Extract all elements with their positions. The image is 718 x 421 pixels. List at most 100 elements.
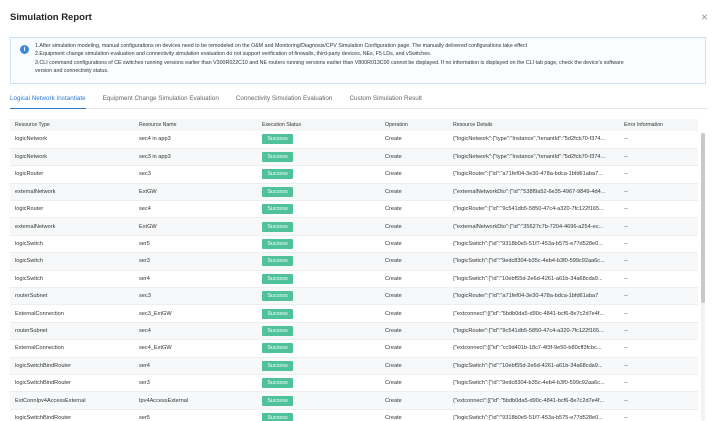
tab-custom-simulation-result[interactable]: Custom Simulation Result [349, 92, 421, 109]
table-row[interactable]: externalNetwork ExtGW Success Create {"exter… [10, 217, 698, 236]
cell-error-information: -- [619, 391, 698, 410]
cell-operation: Create [380, 357, 448, 375]
cell-resource-name: ser4 [134, 357, 257, 375]
cell-resource-type: logicNetwork [10, 148, 134, 167]
cell-operation: Create [380, 252, 448, 271]
cell-execution-status: Success [257, 252, 380, 271]
cell-resource-name: ExtGW [134, 183, 257, 202]
notice-line: 1.After simulation modeling, manual conf… [35, 43, 528, 49]
cell-resource-name: sec4 [134, 200, 257, 219]
cell-resource-details: {"externalNetworkDto":{"id":"35627c7b-72… [448, 217, 619, 236]
table-scrollbar[interactable] [701, 133, 705, 421]
cell-resource-details: {"logicSwitch":{"id":"9edc8304-b35c-4eb4… [448, 374, 619, 393]
table-row[interactable]: logicRouter sec3 Success Create {"logicRoute… [10, 165, 698, 184]
cell-resource-name: ser5 [134, 409, 257, 421]
status-badge: Success [262, 308, 293, 319]
cell-operation: Create [380, 322, 448, 341]
close-icon[interactable]: × [701, 11, 708, 23]
table-row[interactable]: externalNetwork ExtGW Success Create {"exter… [10, 183, 698, 202]
table-row[interactable]: logicSwitchBindRouter ser5 Success Create {"… [10, 409, 698, 421]
cell-execution-status: Success [257, 148, 380, 167]
cell-error-information: -- [619, 339, 698, 358]
cell-execution-status: Success [257, 287, 380, 306]
cell-resource-type: externalNetwork [10, 183, 134, 202]
cell-operation: Create [380, 339, 448, 358]
cell-operation: Create [380, 217, 448, 236]
cell-resource-details: {"logicRouter":{"id":"9c541db5-5850-47c4… [448, 322, 619, 341]
cell-resource-type: logicSwitch [10, 235, 134, 254]
cell-execution-status: Success [257, 391, 380, 410]
tab-logical-network-instantiate[interactable]: Logical Network Instantiate [10, 92, 86, 109]
table-row[interactable]: logicRouter sec4 Success Create {"logicRoute… [10, 200, 698, 219]
column-header-resource-type[interactable]: Resource Type [10, 119, 134, 131]
cell-error-information: -- [619, 217, 698, 236]
status-badge: Success [262, 169, 293, 180]
notice-line: 3.CLI command configurations of CE switc… [35, 59, 624, 66]
cell-operation: Create [380, 287, 448, 306]
cell-execution-status: Success [257, 339, 380, 358]
column-header-error-information[interactable]: Error Information [619, 119, 698, 131]
table-row[interactable]: ExternalConnection sec4_ExtGW Success Creat… [10, 339, 698, 358]
scrollbar-thumb[interactable] [701, 133, 705, 303]
table-row[interactable]: logicSwitch ser5 Success Create {"logicSwitc… [10, 235, 698, 254]
status-badge: Success [262, 378, 293, 389]
table-row[interactable]: logicSwitchBindRouter ser4 Success Create {"… [10, 357, 698, 375]
status-badge: Success [262, 134, 293, 145]
column-header-resource-name[interactable]: Resource Name [134, 119, 257, 131]
cell-resource-name: Ipv4AccessExternal [134, 391, 257, 410]
cell-resource-name: sec3 [134, 287, 257, 306]
notice-line: version and connectivity status. [35, 68, 109, 75]
cell-execution-status: Success [257, 131, 380, 149]
cell-error-information: -- [619, 235, 698, 254]
cell-resource-type: logicRouter [10, 165, 134, 184]
cell-operation: Create [380, 391, 448, 410]
cell-resource-name: ExtGW [134, 217, 257, 236]
table-row[interactable]: logicNetwork sec3 in app3 Success Create {"l… [10, 148, 698, 167]
cell-error-information: -- [619, 165, 698, 184]
cell-resource-details: {"logicRouter":{"id":"a71fef04-3e30-478a… [448, 165, 619, 184]
column-header-execution-status[interactable]: Execution Status [257, 119, 380, 131]
table-row[interactable]: logicNetwork sec4 in app3 Success Create {"l… [10, 131, 698, 149]
table-row[interactable]: ExtConnIpv4AccessExternal Ipv4AccessExter… [10, 391, 698, 410]
cell-resource-name: sec3 in app3 [134, 148, 257, 167]
cell-resource-name: sec3_ExtGW [134, 304, 257, 323]
status-badge: Success [262, 273, 293, 284]
table-row[interactable]: routerSubnet sec4 Success Create {"logicRout… [10, 322, 698, 341]
cell-resource-details: {"logicSwitch":{"id":"9318b0e5-51f7-453a… [448, 409, 619, 421]
tab-equipment-change-simulation[interactable]: Equipment Change Simulation Evaluation [103, 92, 219, 109]
status-badge: Success [262, 204, 293, 215]
cell-resource-details: {"extconnect":[{"id":"5bdb0da5-d90c-4841… [448, 304, 619, 323]
cell-resource-type: logicSwitchBindRouter [10, 357, 134, 375]
report-tabs: Logical Network Instantiate Equipment Ch… [10, 92, 708, 109]
table-row[interactable]: routerSubnet sec3 Success Create {"logicRout… [10, 287, 698, 306]
table-row[interactable]: logicSwitchBindRouter ser3 Success Create {"… [10, 374, 698, 393]
cell-execution-status: Success [257, 235, 380, 254]
cell-resource-details: {"logicRouter":{"id":"a71fef04-3e30-478a… [448, 287, 619, 306]
cell-execution-status: Success [257, 322, 380, 341]
column-header-resource-details[interactable]: Resource Details [448, 119, 619, 131]
results-table-container: Resource Type Resource Name Execution St… [10, 119, 707, 421]
column-header-operation[interactable]: Operation [380, 119, 448, 131]
cell-execution-status: Success [257, 165, 380, 184]
status-badge: Success [262, 325, 293, 336]
cell-resource-type: logicRouter [10, 200, 134, 219]
cell-resource-details: {"logicSwitch":{"id":"9318b0e5-51f7-453a… [448, 235, 619, 254]
table-row[interactable]: logicSwitch ser3 Success Create {"logicSwitc… [10, 252, 698, 271]
table-body: logicNetwork sec4 in app3 Success Create {"l… [10, 131, 698, 421]
cell-operation: Create [380, 183, 448, 202]
cell-resource-type: logicSwitchBindRouter [10, 409, 134, 421]
cell-resource-type: logicSwitch [10, 252, 134, 271]
cell-resource-type: routerSubnet [10, 287, 134, 306]
cell-execution-status: Success [257, 304, 380, 323]
cell-resource-type: externalNetwork [10, 217, 134, 236]
cell-execution-status: Success [257, 357, 380, 375]
tab-connectivity-simulation[interactable]: Connectivity Simulation Evaluation [236, 92, 333, 109]
cell-resource-name: sec4 in app3 [134, 131, 257, 149]
cell-error-information: -- [619, 148, 698, 167]
table-row[interactable]: ExternalConnection sec3_ExtGW Success Creat… [10, 304, 698, 323]
table-row[interactable]: logicSwitch ser4 Success Create {"logicSwitc… [10, 270, 698, 289]
cell-resource-name: ser3 [134, 374, 257, 393]
status-badge: Success [262, 343, 293, 354]
dialog-title: Simulation Report [10, 11, 92, 23]
cell-operation: Create [380, 235, 448, 254]
